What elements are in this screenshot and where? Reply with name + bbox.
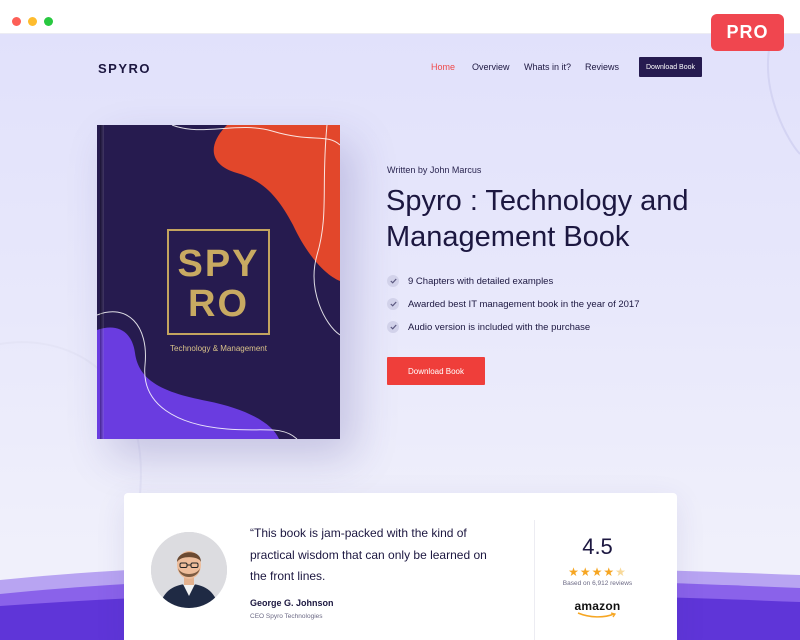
book-title-line-2: RO [188,283,249,325]
feature-text: 9 Chapters with detailed examples [408,275,554,287]
nav-download-button[interactable]: Download Book [639,57,702,77]
testimonial-quote: “This book is jam-packed with the kind o… [250,526,487,583]
feature-text: Awarded best IT management book in the y… [408,298,640,310]
check-icon [387,298,399,310]
window-close-dot[interactable] [12,17,21,26]
testimonial-author-role: CEO Spyro Technologies [250,613,323,620]
star-icon: ★ [591,565,604,579]
check-icon [387,321,399,333]
book-subtitle: Technology & Management [170,344,267,353]
feature-text: Audio version is included with the purch… [408,321,591,333]
rating-score: 4.5 [582,534,613,559]
site-logo[interactable]: SPYRO [98,61,151,76]
author-credit: Written by John Marcus [387,165,482,175]
nav-link-reviews[interactable]: Reviews [585,62,619,72]
hero-download-button[interactable]: Download Book [387,357,485,385]
window-maximize-dot[interactable] [44,17,53,26]
star-half-icon: ★ [615,565,627,579]
browser-chrome [0,0,800,34]
nav-link-home[interactable]: Home [431,62,455,72]
rating-stars: ★★★★★ [560,565,635,579]
check-icon [387,275,399,287]
book-cover: SPY RO Technology & Management [97,125,340,439]
book-spine [100,125,104,439]
card-divider [534,520,535,640]
amazon-smile-icon [577,612,617,618]
nav-link-whats-in-it[interactable]: Whats in it? [524,62,571,72]
book-title-line-1: SPY [177,243,260,285]
star-icon: ★ [568,565,580,579]
star-icon: ★ [603,565,616,579]
person-icon [151,532,227,608]
star-icon: ★ [579,565,592,579]
feature-item: 9 Chapters with detailed examples [387,274,553,288]
feature-item: Audio version is included with the purch… [387,320,590,334]
feature-item: Awarded best IT management book in the y… [387,297,640,311]
author-avatar [151,532,227,608]
window-minimize-dot[interactable] [28,17,37,26]
book-cover-art: SPY RO Technology & Management [97,125,340,439]
testimonial-author-name: George G. Johnson [250,598,334,608]
review-count: Based on 6,912 reviews [562,580,633,587]
nav-link-overview[interactable]: Overview [472,62,510,72]
amazon-logo: amazon [574,599,621,613]
pro-badge: PRO [711,14,784,51]
page-title: Spyro : Technology and Management Book [386,185,689,253]
